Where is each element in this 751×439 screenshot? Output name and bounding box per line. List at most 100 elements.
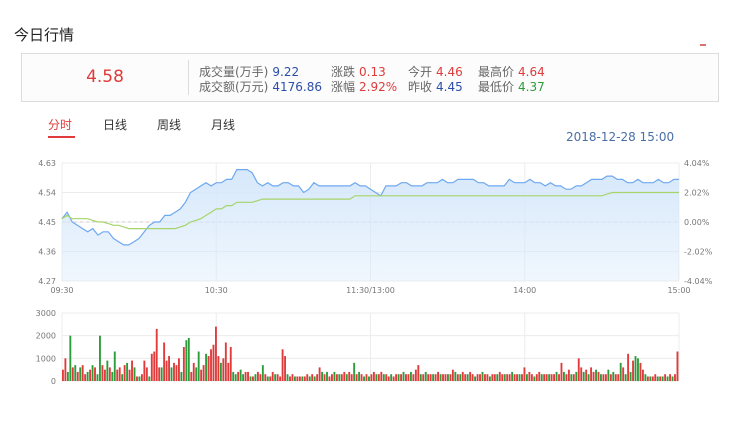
volume-bar [390,374,393,381]
volume-bar [365,374,368,381]
volume-bar [609,374,612,381]
volume-bar [276,374,279,381]
volume-bar [563,371,565,381]
volume-bar [281,349,284,381]
volume-bar [335,374,338,381]
volume-bar [545,374,548,381]
volume-bar [622,367,625,381]
volume-bar [437,371,440,381]
volume-bar [649,376,652,381]
volume-bar [516,374,518,381]
volume-bar [91,365,94,381]
volume-bar [217,356,220,381]
volume-bar [286,374,289,381]
volume-bar [533,376,536,381]
volume-bar [424,371,427,381]
volume-bar [651,376,654,381]
volume-bar [654,374,657,381]
volume-bar [471,374,474,381]
volume-bar [205,353,208,381]
volume-bar [145,367,148,381]
volume-bar [301,376,304,381]
volume-bar [558,374,560,381]
volume-bar [222,358,225,381]
volume-bar [266,376,269,381]
volume-bar [580,367,583,381]
volume-bar [202,365,205,381]
volume-bar [86,371,89,381]
volume-bar [456,374,459,381]
volume-bar [237,371,240,381]
volume-bar [412,374,415,381]
volume-bar [94,367,96,381]
volume-bar [143,360,146,381]
volume-bar [577,358,580,381]
volume-bar [229,347,232,381]
price-y-tick-label: 4.36 [38,248,56,257]
volume-bar [155,328,158,381]
volume-bar [488,376,491,381]
volume-bar [103,369,106,381]
volume-bar [343,371,346,381]
volume-bar [296,376,299,381]
volume-bar [303,376,306,381]
volume-bar [447,374,449,381]
volume-bar [62,369,64,381]
volume-bar [360,374,363,381]
volume-bar [185,340,188,381]
volume-bar [163,342,166,381]
volume-bar [375,374,378,381]
volume-bar [641,369,644,381]
volume-bar [148,376,151,381]
volume-bar [160,367,163,381]
volume-bar [316,374,319,381]
volume-bar [466,374,469,381]
volume-bar [671,376,674,381]
volume-bar [190,371,193,381]
volume-bar [600,374,602,381]
volume-bar [207,356,210,381]
volume-bar [525,374,528,381]
volume-bar [535,374,538,381]
volume-bar [259,374,262,381]
volume-bar [439,374,442,381]
volume-bar [118,367,121,381]
volume-bar [427,374,430,381]
volume-bar [449,374,452,381]
volume-bar [513,374,516,381]
volume-bar [619,362,622,381]
volume-bar [550,374,553,381]
volume-bar [74,365,77,381]
volume-bar [291,374,294,381]
volume-bar [81,365,84,381]
volume-bar [136,376,138,381]
volume-bar [239,369,242,381]
volume-bar [481,371,484,381]
volume-bar [123,365,126,381]
volume-bar [173,362,175,381]
volume-bar [328,376,331,381]
volume-bar [479,374,481,381]
volume-bar [617,374,620,381]
volume-bar [422,374,425,381]
volume-bar [289,376,291,381]
time-x-tick-label: 10:30 [205,286,228,295]
volume-bar [340,374,343,381]
volume-bar [333,371,336,381]
volume-bar [664,374,667,381]
pct-y-tick-label: 0.00% [684,218,710,227]
volume-bar [592,371,595,381]
volume-bar [175,365,178,381]
volume-bar [338,374,341,381]
volume-bar [64,358,67,381]
volume-bar [71,367,74,381]
volume-bar [261,365,264,381]
volume-bar [484,374,486,381]
volume-bar [254,374,257,381]
time-x-tick-label: 11:30/13:00 [346,286,395,295]
volume-bar [385,374,388,381]
volume-bar [451,369,454,381]
volume-bar [128,369,131,381]
volume-bar [370,374,373,381]
volume-bar [298,376,301,381]
